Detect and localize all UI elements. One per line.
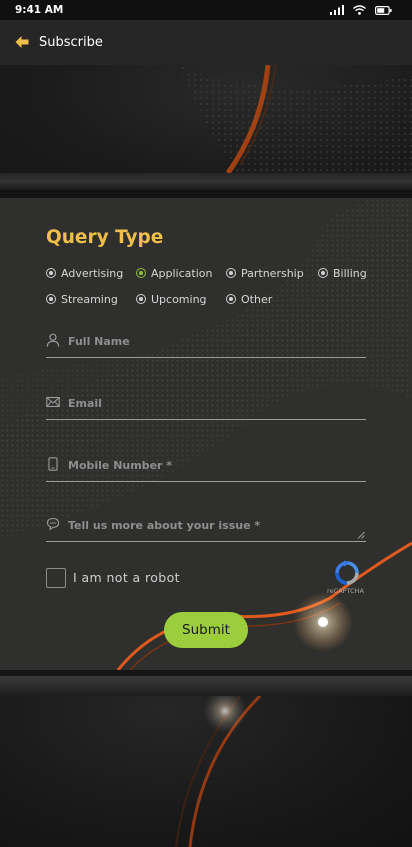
radio-billing[interactable]: Billing: [318, 266, 367, 280]
radio-streaming[interactable]: Streaming: [46, 292, 118, 306]
radio-label: Advertising: [61, 266, 124, 280]
chat-icon: [46, 517, 60, 531]
radio-label: Billing: [333, 266, 367, 280]
status-icons: [330, 4, 392, 16]
mobile-number-field: [46, 452, 366, 482]
message-textarea[interactable]: [68, 515, 358, 535]
full-name-input[interactable]: [68, 331, 358, 351]
status-time: 9:41 AM: [15, 4, 64, 16]
recaptcha-icon: [335, 560, 359, 585]
signal-icon: [330, 5, 344, 15]
query-form-card: Query Type Advertising Application Partn…: [0, 198, 412, 670]
radio-indicator: [136, 294, 146, 304]
radio-partnership[interactable]: Partnership: [226, 266, 304, 280]
captcha-label: I am not a robot: [73, 570, 180, 585]
radio-other[interactable]: Other: [226, 292, 272, 306]
radio-label: Other: [241, 292, 273, 306]
wifi-icon: [353, 5, 366, 15]
radio-indicator: [46, 294, 56, 304]
resize-grip-icon[interactable]: [357, 531, 365, 539]
radio-label: Partnership: [241, 266, 304, 280]
phone-icon: [48, 457, 58, 471]
divider-band: [0, 676, 412, 696]
user-icon: [46, 333, 60, 347]
email-input[interactable]: [68, 393, 358, 413]
radio-indicator: [318, 268, 328, 278]
radio-indicator: [226, 294, 236, 304]
app-bar: Subscribe: [0, 20, 412, 65]
swoosh-decoration: [180, 64, 412, 190]
swoosh-decoration: [175, 689, 262, 847]
radio-indicator: [226, 268, 236, 278]
arrow-left-icon[interactable]: [14, 34, 30, 50]
radio-label: Streaming: [61, 292, 118, 306]
envelope-icon: [46, 396, 60, 408]
bottom-background: [0, 689, 412, 847]
page-title: Subscribe: [39, 35, 103, 50]
email-field: [46, 390, 366, 420]
status-bar: 9:41 AM: [0, 0, 412, 20]
radio-label: Application: [151, 266, 213, 280]
top-background: [0, 64, 412, 190]
radio-indicator: [46, 268, 56, 278]
message-field: [46, 512, 366, 542]
mobile-number-input[interactable]: [68, 455, 358, 475]
query-type-heading: Query Type: [46, 227, 164, 248]
divider-band: [0, 173, 412, 190]
full-name-field: [46, 328, 366, 358]
captcha-checkbox[interactable]: [46, 568, 66, 588]
divider-band: [0, 190, 412, 198]
radio-upcoming[interactable]: Upcoming: [136, 292, 207, 306]
submit-button[interactable]: Submit: [164, 612, 248, 648]
battery-icon: [375, 5, 392, 15]
radio-advertising[interactable]: Advertising: [46, 266, 123, 280]
radio-label: Upcoming: [151, 292, 207, 306]
radio-indicator: [136, 268, 146, 278]
recaptcha-brand: reCAPTCHA: [327, 587, 364, 595]
radio-application[interactable]: Application: [136, 266, 212, 280]
